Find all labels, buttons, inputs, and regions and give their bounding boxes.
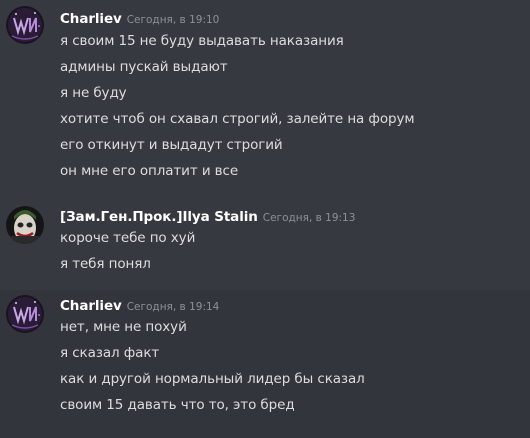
message-line: я своим 15 не буду выдавать наказания — [60, 33, 344, 49]
message-line: хотите чтоб он схавал строгий, залейте н… — [60, 111, 415, 127]
message-line: короче тебе по хуй — [60, 230, 196, 246]
message-line: я тебя понял — [60, 256, 151, 272]
message-line: я не буду — [60, 85, 127, 101]
message-header: [Зам.Ген.Прок.]Ilya Stalin Сегодня, в 19:… — [60, 206, 355, 226]
message-line: он мне его оплатит и все — [60, 163, 239, 179]
timestamp[interactable]: Сегодня, в 19:10 — [127, 14, 220, 26]
message-line: админы пускай выдают — [60, 59, 228, 75]
message-header: Charliev Сегодня, в 19:10 — [60, 8, 219, 28]
message-line: своим 15 давать что то, это бред — [60, 397, 295, 413]
chat-message-list: Charliev Сегодня, в 19:10 я своим 15 не б… — [0, 0, 530, 438]
username[interactable]: Charliev — [60, 11, 122, 27]
message-header: Charliev Сегодня, в 19:14 — [60, 295, 219, 315]
charliev-avatar-icon[interactable] — [6, 6, 44, 44]
username[interactable]: [Зам.Ген.Прок.]Ilya Stalin — [60, 209, 258, 225]
message-group-charliev-1: Charliev Сегодня, в 19:10 я своим 15 не б… — [0, 0, 530, 190]
message-line: нет, мне не похуй — [60, 319, 187, 335]
message-line: я сказал факт — [60, 345, 160, 361]
timestamp[interactable]: Сегодня, в 19:13 — [263, 212, 356, 224]
message-line: его откинут и выдадут строгий — [60, 137, 283, 153]
message-group-charliev-2: Charliev Сегодня, в 19:14 нет, мне не пох… — [0, 290, 530, 438]
message-line: как и другой нормальный лидер бы сказал — [60, 371, 365, 387]
charliev-avatar-icon[interactable] — [6, 295, 44, 333]
timestamp[interactable]: Сегодня, в 19:14 — [127, 301, 220, 313]
joker-avatar-icon[interactable] — [6, 206, 44, 244]
username[interactable]: Charliev — [60, 298, 122, 314]
message-group-stalin: [Зам.Ген.Прок.]Ilya Stalin Сегодня, в 19:… — [0, 198, 530, 280]
